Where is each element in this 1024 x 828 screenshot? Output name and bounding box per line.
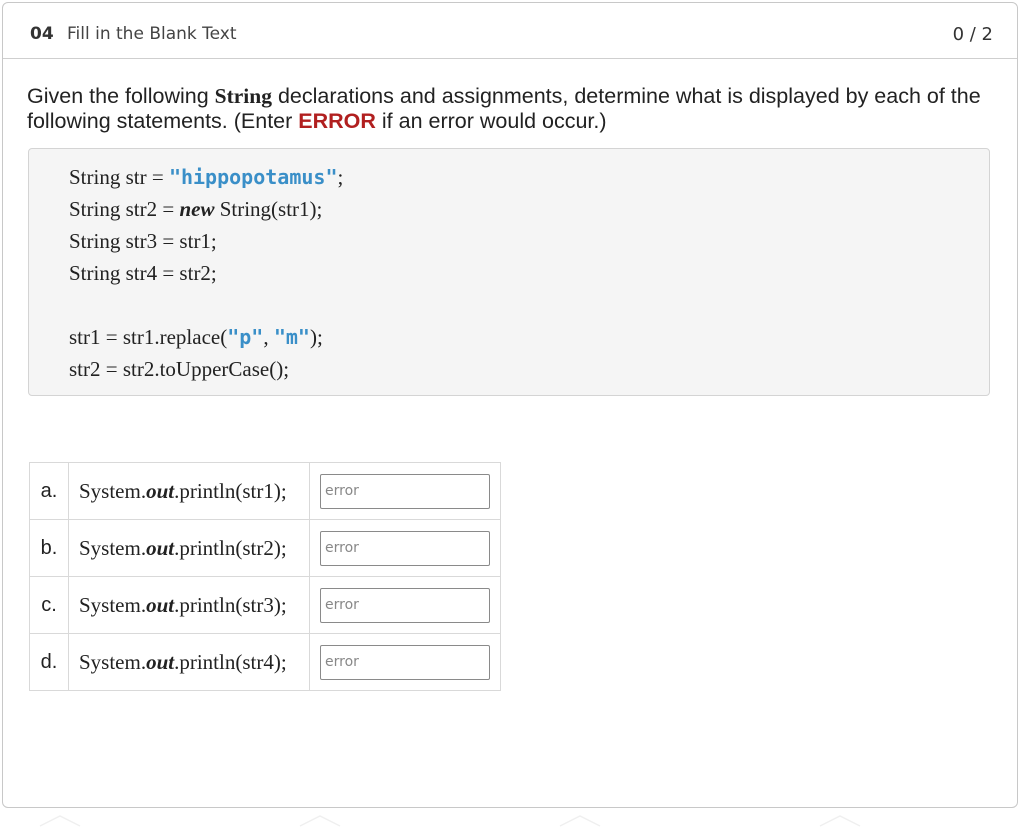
string-literal: "m" bbox=[273, 325, 310, 349]
stmt-out: out bbox=[146, 478, 175, 503]
stmt-out: out bbox=[146, 535, 175, 560]
answer-letter: d. bbox=[29, 633, 69, 691]
stmt-text: .println(str3); bbox=[174, 592, 287, 617]
code-text: str1 = str1.replace( bbox=[69, 325, 228, 349]
code-line-3: String str3 = str1; bbox=[69, 229, 217, 253]
answer-cell bbox=[309, 519, 501, 577]
prompt-text-1: Given the following bbox=[27, 84, 215, 108]
stmt-text: .println(str4); bbox=[174, 649, 287, 674]
code-line-4: String str4 = str2; bbox=[69, 261, 217, 285]
answer-statement: System.out.println(str3); bbox=[68, 576, 310, 634]
code-line-5: str1 = str1.replace("p", "m"); bbox=[69, 325, 323, 350]
prompt-text-3: if an error would occur.) bbox=[375, 109, 607, 133]
prompt-string-keyword: String bbox=[214, 84, 272, 108]
stmt-text: System. bbox=[79, 478, 147, 503]
string-literal: "p" bbox=[227, 325, 264, 349]
stmt-out: out bbox=[146, 592, 175, 617]
answer-row-a: a. System.out.println(str1); bbox=[29, 462, 501, 520]
prompt-error-keyword: ERROR bbox=[298, 109, 376, 133]
code-line-6: str2 = str2.toUpperCase(); bbox=[69, 357, 290, 381]
answer-letter: a. bbox=[29, 462, 69, 520]
answer-statement: System.out.println(str2); bbox=[68, 519, 310, 577]
background-pattern bbox=[39, 815, 861, 827]
string-literal: "hippopotamus" bbox=[168, 165, 338, 189]
answer-table: a. System.out.println(str1); b. System.o… bbox=[29, 462, 501, 691]
code-text: ); bbox=[309, 325, 323, 349]
question-number: 04 bbox=[30, 24, 54, 44]
answer-statement: System.out.println(str4); bbox=[68, 633, 310, 691]
code-text: String str2 = bbox=[69, 197, 180, 221]
answer-cell bbox=[309, 462, 501, 520]
stmt-text: System. bbox=[79, 649, 147, 674]
code-line-1: String str = "hippopotamus"; bbox=[69, 165, 343, 190]
code-text: ; bbox=[337, 165, 344, 189]
answer-input-a[interactable] bbox=[320, 473, 490, 509]
answer-row-d: d. System.out.println(str4); bbox=[29, 633, 501, 691]
code-block: String str = "hippopotamus"; String str2… bbox=[28, 148, 990, 396]
answer-row-c: c. System.out.println(str3); bbox=[29, 576, 501, 634]
answer-statement: System.out.println(str1); bbox=[68, 462, 310, 520]
answer-cell bbox=[309, 633, 501, 691]
question-prompt: Given the following String declarations … bbox=[27, 84, 987, 134]
answer-input-b[interactable] bbox=[320, 530, 490, 566]
code-keyword: new bbox=[179, 197, 215, 221]
answer-input-c[interactable] bbox=[320, 587, 490, 623]
code-line-2: String str2 = new String(str1); bbox=[69, 197, 322, 222]
question-type: Fill in the Blank Text bbox=[67, 24, 237, 44]
stmt-text: System. bbox=[79, 592, 147, 617]
answer-letter: c. bbox=[29, 576, 69, 634]
stmt-text: .println(str1); bbox=[174, 478, 287, 503]
code-text: String(str1); bbox=[214, 197, 323, 221]
question-header: 04 Fill in the Blank Text 0 / 2 bbox=[3, 3, 1017, 59]
question-score: 0 / 2 bbox=[952, 24, 993, 45]
code-text: String str = bbox=[69, 165, 169, 189]
code-text: , bbox=[263, 325, 274, 349]
answer-row-b: b. System.out.println(str2); bbox=[29, 519, 501, 577]
stmt-text: System. bbox=[79, 535, 147, 560]
stmt-out: out bbox=[146, 649, 175, 674]
stmt-text: .println(str2); bbox=[174, 535, 287, 560]
answer-letter: b. bbox=[29, 519, 69, 577]
answer-cell bbox=[309, 576, 501, 634]
answer-input-d[interactable] bbox=[320, 644, 490, 680]
